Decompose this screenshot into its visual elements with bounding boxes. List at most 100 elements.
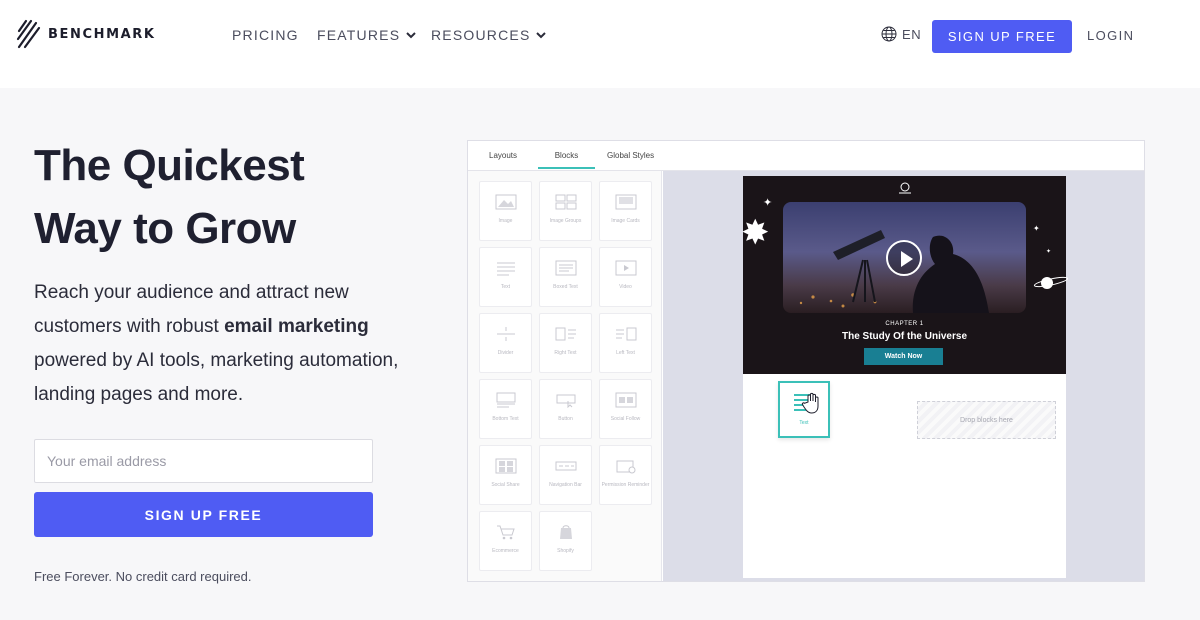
hero-photo xyxy=(783,202,1026,313)
block-shopify[interactable]: Shopify xyxy=(539,511,592,571)
block-label: Right Text xyxy=(554,350,577,356)
block-label: Video xyxy=(619,284,632,290)
top-nav: BENCHMARK PRICING FEATURES RESOURCES EN … xyxy=(0,0,1200,88)
language-label: EN xyxy=(902,26,922,42)
tab-layouts[interactable]: Layouts xyxy=(489,151,517,160)
chevron-down-icon xyxy=(406,31,416,38)
block-image-cards[interactable]: Image Cards xyxy=(599,181,652,241)
video-icon xyxy=(615,260,636,276)
dragging-text-block[interactable]: Text xyxy=(778,381,830,438)
drag-block-label: Text xyxy=(799,420,809,426)
block-bottom-text[interactable]: Bottom Text xyxy=(479,379,532,439)
hero-signup-button[interactable]: SIGN UP FREE xyxy=(34,492,373,537)
block-navigation-bar[interactable]: Navigation Bar xyxy=(539,445,592,505)
block-image[interactable]: Image xyxy=(479,181,532,241)
benchmark-logo-icon xyxy=(16,19,41,49)
block-text[interactable]: Text xyxy=(479,247,532,307)
block-video[interactable]: Video xyxy=(599,247,652,307)
block-ecommerce[interactable]: Ecommerce xyxy=(479,511,532,571)
block-label: Shopify xyxy=(557,548,574,554)
fineprint-text: Free Forever. No credit card required. xyxy=(34,569,252,584)
tab-blocks[interactable]: Blocks xyxy=(538,151,595,169)
sparkle-icon: ✦ xyxy=(763,197,773,209)
email-hero-section[interactable]: ✦ ✸ ✦ ✦ CHAPTER 1 The Study Of the Unive… xyxy=(741,176,1069,374)
block-label: Permission Reminder xyxy=(601,482,650,488)
drop-zone[interactable]: Drop blocks here xyxy=(917,401,1056,439)
block-label: Divider xyxy=(497,350,514,356)
block-label: Bottom Text xyxy=(492,416,519,422)
block-image-groups[interactable]: Image Groups xyxy=(539,181,592,241)
nav-resources-label: RESOURCES xyxy=(431,27,531,43)
headline-line-1: The Quickest xyxy=(34,141,305,190)
sparkle-icon: ✦ xyxy=(1033,224,1040,233)
block-label: Ecommerce xyxy=(492,548,519,554)
globe-icon xyxy=(881,26,897,42)
block-left-text[interactable]: Left Text xyxy=(599,313,652,373)
boxed-text-icon xyxy=(555,260,576,276)
subcopy-bold: email marketing xyxy=(224,316,369,337)
preview-chapter: CHAPTER 1 xyxy=(885,321,924,327)
drag-hand-icon xyxy=(794,392,819,414)
navigation-bar-icon xyxy=(555,461,576,471)
block-boxed-text[interactable]: Boxed Text xyxy=(539,247,592,307)
block-label: Image xyxy=(498,218,513,224)
shopify-icon xyxy=(559,525,572,539)
left-text-icon xyxy=(615,327,636,341)
block-label: Text xyxy=(500,284,511,290)
chevron-down-icon xyxy=(536,31,547,38)
planet-icon xyxy=(1033,276,1069,289)
email-editor-mockup: Layouts Blocks Global Styles Image Image… xyxy=(467,140,1145,582)
block-divider[interactable]: Divider xyxy=(479,313,532,373)
sparkle-icon: ✸ xyxy=(741,214,770,252)
social-share-icon xyxy=(495,458,516,474)
block-right-text[interactable]: Right Text xyxy=(539,313,592,373)
headline-line-2: Way to Grow xyxy=(34,204,296,253)
watch-now-button[interactable]: Watch Now xyxy=(864,348,943,365)
block-label: Button xyxy=(558,416,573,422)
right-text-icon xyxy=(555,327,576,341)
brand-name: BENCHMARK xyxy=(48,26,156,42)
language-selector[interactable]: EN xyxy=(881,26,921,42)
brand-mark-icon xyxy=(899,182,911,194)
preview-title: The Study Of the Universe xyxy=(841,331,968,342)
login-link[interactable]: LOGIN xyxy=(1087,28,1134,43)
nav-pricing[interactable]: PRICING xyxy=(232,27,299,43)
play-video-button[interactable] xyxy=(886,240,922,276)
email-input[interactable] xyxy=(34,439,373,483)
image-icon xyxy=(495,194,516,210)
drop-zone-label: Drop blocks here xyxy=(960,416,1013,424)
bottom-text-icon xyxy=(496,392,515,408)
image-group-icon xyxy=(555,194,576,210)
email-canvas: ✦ ✸ ✦ ✦ CHAPTER 1 The Study Of the Unive… xyxy=(741,176,1069,578)
editor-canvas-area: ✦ ✸ ✦ ✦ CHAPTER 1 The Study Of the Unive… xyxy=(663,171,1144,581)
nav-resources[interactable]: RESOURCES xyxy=(431,27,547,43)
hero-subcopy: Reach your audience and attract new cust… xyxy=(34,276,414,412)
block-label: Social Share xyxy=(491,482,520,488)
nav-features[interactable]: FEATURES xyxy=(317,27,416,43)
text-icon xyxy=(496,262,515,276)
block-button[interactable]: Button xyxy=(539,379,592,439)
signup-free-button[interactable]: SIGN UP FREE xyxy=(932,20,1072,53)
block-social-share[interactable]: Social Share xyxy=(479,445,532,505)
block-label: Social Follow xyxy=(610,416,641,422)
subcopy-part-2: powered by AI tools, marketing automatio… xyxy=(34,350,399,405)
block-label: Image Cards xyxy=(611,218,640,224)
block-label: Left Text xyxy=(616,350,635,356)
block-social-follow[interactable]: Social Follow xyxy=(599,379,652,439)
button-icon xyxy=(556,394,575,408)
blocks-panel: Image Image Groups Image Cards Text Boxe… xyxy=(468,171,662,581)
hero-headline: The Quickest Way to Grow xyxy=(34,134,414,260)
nav-features-label: FEATURES xyxy=(317,27,401,43)
divider-icon xyxy=(496,327,515,341)
editor-tabs: Layouts Blocks Global Styles xyxy=(468,141,1144,171)
block-permission-reminder[interactable]: Permission Reminder xyxy=(599,445,652,505)
social-follow-icon xyxy=(615,392,636,408)
permission-reminder-icon xyxy=(616,460,635,474)
image-card-icon xyxy=(615,194,636,210)
block-label: Navigation Bar xyxy=(549,482,582,488)
sparkle-icon: ✦ xyxy=(1046,249,1052,255)
brand-logo[interactable]: BENCHMARK xyxy=(16,17,156,51)
tab-global-styles[interactable]: Global Styles xyxy=(607,151,654,160)
nav-pricing-label: PRICING xyxy=(232,27,299,43)
block-label: Image Groups xyxy=(549,218,582,224)
